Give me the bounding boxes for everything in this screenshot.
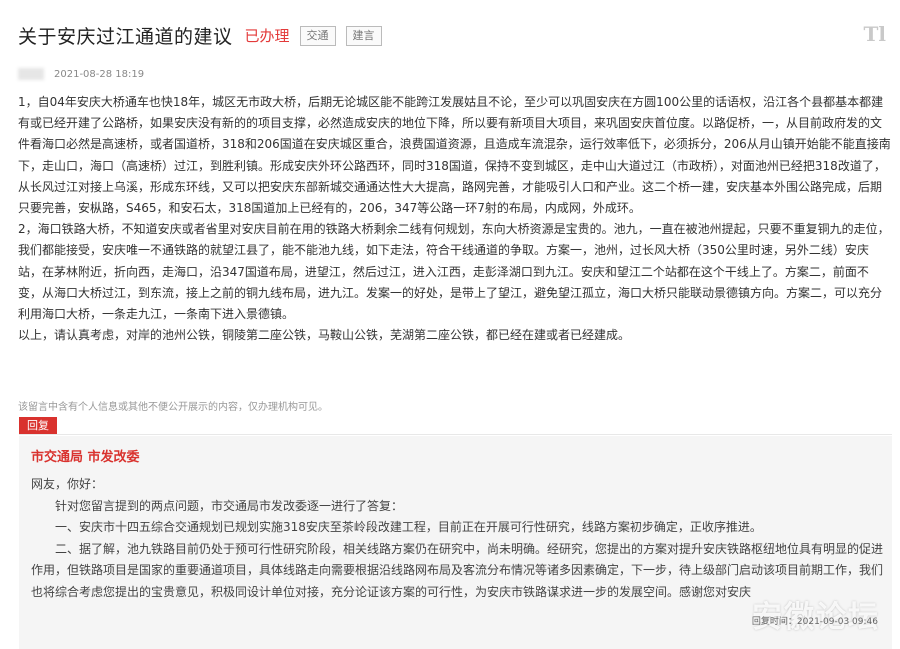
message-paragraph: 以上，请认真考虑，对岸的池州公铁，铜陵第二座公铁，马鞍山公铁，芜湖第二座公铁，都… — [18, 328, 631, 343]
post-date: 2021-08-28 18:19 — [54, 68, 145, 80]
author-name-blurred — [18, 68, 44, 80]
reply-organization: 市交通局 市发改委 — [31, 450, 140, 465]
page-header: 关于安庆过江通道的建议 已办理 交通 建言 — [18, 22, 382, 49]
message-body: 1，自04年安庆大桥通车也快18年，城区无市政大桥，后期无论城区能不能跨江发展姑… — [18, 92, 892, 346]
post-meta: 2021-08-28 18:19 — [18, 68, 144, 80]
reply-paragraph: 针对您留言提到的两点问题，市交通局市发改委逐一进行了答复： — [55, 498, 404, 513]
page-title: 关于安庆过江通道的建议 — [18, 26, 233, 48]
reply-panel: 市交通局 市发改委 网友，你好： 针对您留言提到的两点问题，市交通局市发改委逐一… — [19, 436, 892, 649]
divider — [19, 434, 892, 435]
reply-tab: 回复 — [19, 417, 57, 435]
reply-greeting: 网友，你好： — [31, 477, 104, 491]
message-paragraph: 2，海口铁路大桥，不知道安庆或者省里对安庆目前在用的铁路大桥剩余二线有何规划，东… — [18, 222, 890, 322]
reply-paragraph: 一、安庆市十四五综合交通规划已规划实施318安庆至茶岭段改建工程，目前正在开展可… — [55, 520, 762, 534]
font-size-icon[interactable]: Tl — [864, 22, 886, 46]
reply-time: 回复时间：2021-09-03 09:46 — [751, 617, 878, 627]
status-badge: 已办理 — [244, 27, 290, 45]
message-paragraph: 1，自04年安庆大桥通车也快18年，城区无市政大桥，后期无论城区能不能跨江发展姑… — [18, 95, 891, 216]
tag-transport[interactable]: 交通 — [299, 25, 336, 46]
reply-body: 网友，你好： 针对您留言提到的两点问题，市交通局市发改委逐一进行了答复： 一、安… — [31, 474, 883, 603]
tag-suggestion[interactable]: 建言 — [345, 25, 382, 46]
privacy-note: 该留言中含有个人信息或其他不便公开展示的内容，仅办理机构可见。 — [18, 402, 328, 413]
